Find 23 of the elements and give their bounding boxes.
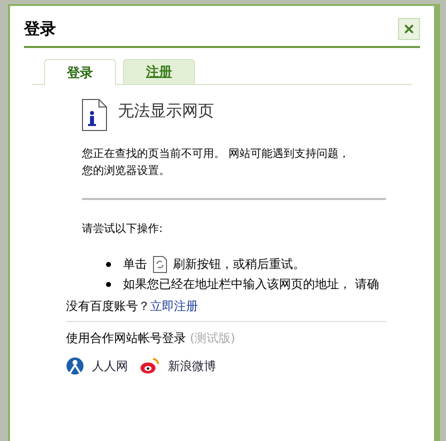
bullet-icon [106, 282, 111, 286]
info-document-icon [82, 99, 107, 131]
refresh-icon [153, 256, 167, 272]
step-text: 如果您已经在地址栏中输入该网页的地址， 请确 [123, 276, 379, 292]
partner-link[interactable]: 新浪微博 [140, 357, 216, 375]
signup-prompt: 没有百度账号？立即注册 [66, 298, 199, 315]
partner-link[interactable]: 人人网 [66, 357, 128, 375]
renren-logo-icon [66, 357, 84, 375]
tab[interactable]: 登录 [44, 59, 116, 85]
dialog-title: 登录 [24, 18, 56, 40]
error-message: 您的浏览器设置。 [82, 163, 171, 178]
bullet-icon [106, 262, 111, 266]
weibo-logo-icon [140, 357, 160, 375]
tab[interactable]: 注册 [123, 59, 195, 84]
error-message: 您正在查找的页当前不可用。 网站可能遇到支持问题， [82, 146, 350, 161]
step-text: 刷新按钮，或稍后重试。 [173, 256, 305, 272]
register-link[interactable]: 立即注册 [150, 299, 198, 313]
partner-login-label: 使用合作网站帐号登录 [66, 331, 186, 345]
error-heading: 无法显示网页 [118, 101, 214, 122]
suggestion-label: 请尝试以下操作: [82, 221, 164, 236]
step-text: 单击 [123, 256, 147, 272]
close-button[interactable]: × [398, 18, 420, 40]
beta-note: (测试版) [190, 331, 236, 345]
